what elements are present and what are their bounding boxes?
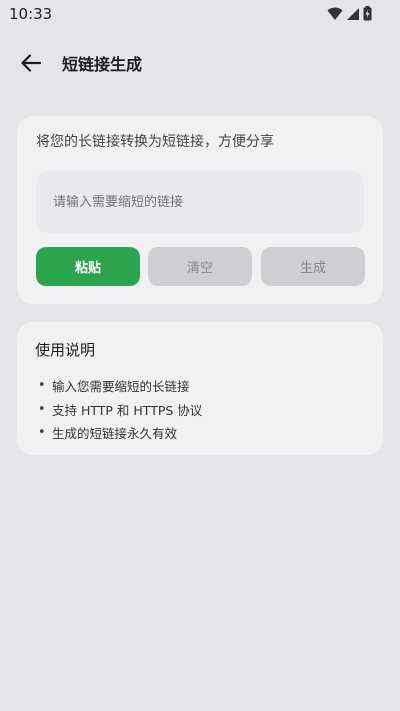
- signal-icon: [347, 7, 359, 20]
- status-time: 10:33: [9, 5, 53, 23]
- back-button[interactable]: [16, 48, 46, 78]
- paste-button[interactable]: 粘贴: [36, 247, 140, 286]
- generate-button[interactable]: 生成: [261, 247, 365, 286]
- page-title: 短链接生成: [62, 55, 143, 74]
- converter-card: 将您的长链接转换为短链接，方便分享 粘贴 清空 生成: [17, 116, 383, 304]
- battery-icon: [363, 6, 372, 21]
- arrow-left-icon: [21, 54, 41, 72]
- url-input[interactable]: [36, 171, 364, 233]
- bullet: •: [38, 378, 46, 394]
- app-bar: 短链接生成: [0, 40, 400, 84]
- help-list: • 输入您需要缩短的长链接 • 支持 HTTP 和 HTTPS 协议 • 生成的…: [38, 374, 202, 445]
- status-bar: 10:33: [0, 0, 400, 28]
- converter-description: 将您的长链接转换为短链接，方便分享: [36, 134, 274, 150]
- wifi-icon: [327, 7, 343, 20]
- bullet: •: [38, 401, 46, 417]
- bullet: •: [38, 425, 46, 441]
- list-item: • 支持 HTTP 和 HTTPS 协议: [38, 398, 202, 422]
- help-item-text: 支持 HTTP 和 HTTPS 协议: [52, 402, 203, 418]
- help-item-text: 生成的短链接永久有效: [52, 426, 178, 442]
- help-card: 使用说明 • 输入您需要缩短的长链接 • 支持 HTTP 和 HTTPS 协议 …: [17, 322, 383, 455]
- help-title: 使用说明: [35, 341, 96, 359]
- clear-button[interactable]: 清空: [148, 247, 252, 286]
- list-item: • 生成的短链接永久有效: [38, 421, 202, 445]
- list-item: • 输入您需要缩短的长链接: [38, 374, 202, 398]
- status-icons: [327, 6, 372, 21]
- help-item-text: 输入您需要缩短的长链接: [52, 379, 190, 395]
